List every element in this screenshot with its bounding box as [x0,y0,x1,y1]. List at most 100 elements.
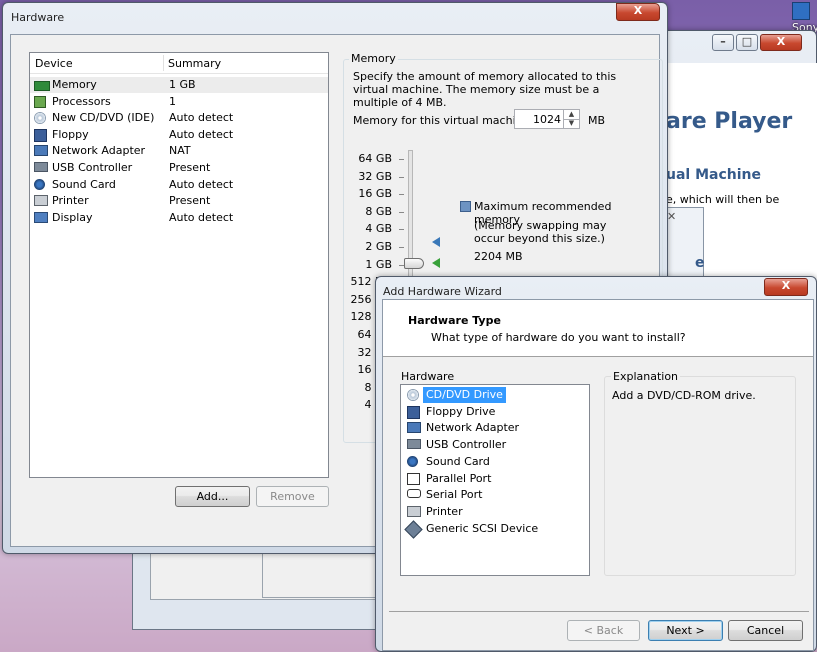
device-row[interactable]: Memory 1 GB [30,77,328,93]
device-list-header: Device Summary [30,53,328,74]
hardware-window-title: Hardware [11,11,65,24]
device-summary: 1 [169,94,176,108]
hardware-close-button[interactable]: X [616,3,660,21]
hardware-type-list[interactable]: CD/DVD Drive Floppy Drive Network Adapter U… [400,384,590,576]
hardware-type-item[interactable]: Parallel Port [401,471,589,487]
sound-icon [34,178,45,190]
next-button[interactable]: Next > [648,620,723,641]
explanation-text: Add a DVD/CD-ROM drive. [612,389,756,402]
device-summary: 1 GB [169,78,196,91]
device-name: New CD/DVD (IDE) [52,111,155,125]
hardware-type-item[interactable]: Generic SCSI Device [401,519,589,539]
hardware-type-label: Network Adapter [426,421,520,435]
device-summary: Present [169,194,211,208]
player-body-text: e, which will then be [666,193,780,206]
device-row[interactable]: USB Controller Present [30,160,328,176]
memory-unit: MB [588,114,606,127]
memory-group-label: Memory [349,52,398,65]
device-name: Sound Card [52,177,116,191]
column-summary[interactable]: Summary [168,57,221,70]
wizard-header: Hardware Type What type of hardware do y… [383,300,813,357]
device-name: Display [52,210,93,224]
scale-label: 8 GB [365,204,392,218]
hardware-type-label: Serial Port [426,488,483,502]
device-name: Memory [52,78,97,91]
column-divider [163,55,164,71]
hardware-type-label: CD/DVD Drive [423,387,506,403]
hardware-type-item[interactable]: USB Controller [401,437,589,453]
hardware-type-label: Sound Card [426,454,490,468]
device-name: Floppy [52,127,89,141]
scale-label: 4 GB [365,222,392,236]
player-subheading: ual Machine [666,167,761,183]
cd-icon [407,389,419,401]
wizard-header-title: Hardware Type [408,314,501,327]
device-row[interactable]: Floppy Auto detect [30,127,328,143]
scale-label: 16 GB [358,187,392,201]
scale-label: 1 GB [365,257,392,271]
device-row[interactable]: Sound Card Auto detect [30,177,328,193]
hardware-type-item[interactable]: Network Adapter [401,420,589,436]
printer-icon [34,195,48,207]
device-list[interactable]: Device Summary Memory 1 GB Processors 1 New … [29,52,329,478]
hardware-type-item[interactable]: Printer [401,504,589,520]
explanation-group [604,376,796,576]
scale-tick [399,176,404,178]
device-row[interactable]: Printer Present [30,193,328,209]
spin-down-icon[interactable]: ▼ [563,119,579,128]
device-name: Network Adapter [52,144,146,158]
serial-port-icon [407,489,421,499]
scale-tick [399,159,404,160]
network-icon [407,422,421,434]
small-dialog-text: e [695,255,705,271]
device-name: USB Controller [52,161,133,174]
memory-slider-thumb[interactable] [404,258,424,269]
network-icon [34,145,48,157]
add-hardware-wizard: Add Hardware Wizard X Hardware Type What… [375,276,817,652]
scale-label: 32 GB [358,169,392,183]
usb-icon [34,162,48,172]
wizard-header-subtitle: What type of hardware do you want to ins… [431,331,686,344]
scale-tick [399,211,404,213]
back-maximize-button[interactable]: □ [736,34,758,51]
hardware-group-label: Hardware [401,370,455,383]
processor-icon [34,95,46,108]
back-button[interactable]: < Back [567,620,640,641]
scale-tick [399,194,404,196]
player-heading: are Player [666,109,793,134]
scale-label: 2 GB [365,240,392,253]
remove-button[interactable]: Remove [256,486,329,507]
wizard-client: Hardware Type What type of hardware do y… [382,299,814,651]
device-summary: Auto detect [169,127,234,141]
hardware-type-label: Generic SCSI Device [426,521,539,535]
scale-tick [399,247,404,248]
hardware-type-label: USB Controller [426,438,507,452]
parallel-port-icon [407,472,420,485]
device-row[interactable]: Display Auto detect [30,210,328,226]
back-close-button[interactable]: X [760,34,802,51]
display-icon [34,211,48,223]
small-dialog-close-icon[interactable]: ✕ [667,210,676,223]
scale-tick [399,229,404,231]
column-device[interactable]: Device [35,57,73,70]
memory-input[interactable]: 1024 [533,113,561,126]
current-marker-icon [432,258,440,268]
memory-spinbox[interactable]: 1024 ▲ ▼ [514,109,580,129]
hardware-type-item[interactable]: CD/DVD Drive [401,387,589,403]
add-button[interactable]: Add... [175,486,250,507]
cd-icon [34,112,46,125]
device-row[interactable]: Processors 1 [30,94,328,110]
device-row[interactable]: Network Adapter NAT [30,143,328,159]
shortcut-icon [792,2,810,20]
hardware-type-item[interactable]: Serial Port [401,487,589,503]
hardware-type-item[interactable]: Sound Card [401,454,589,470]
floppy-icon [34,128,47,142]
device-row[interactable]: New CD/DVD (IDE) Auto detect [30,110,328,126]
cancel-button[interactable]: Cancel [728,620,803,641]
back-minimize-button[interactable]: – [712,34,734,51]
hardware-type-item[interactable]: Floppy Drive [401,404,589,420]
device-name: Printer [52,194,89,208]
memory-icon [34,81,50,91]
hardware-type-label: Printer [426,504,463,518]
wizard-close-button[interactable]: X [764,278,808,296]
